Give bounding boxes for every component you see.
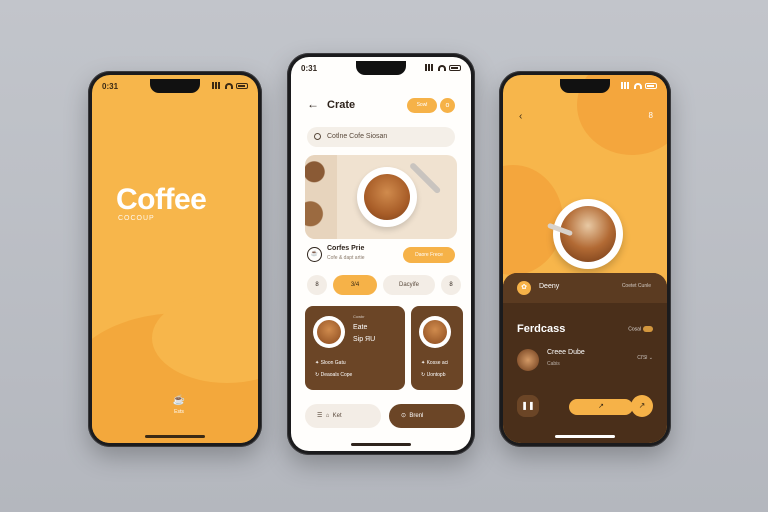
signal-icon (212, 82, 222, 89)
hero-image[interactable] (305, 155, 457, 239)
header-pill-button[interactable]: Sowl (407, 98, 437, 113)
more-icon[interactable]: 8 (649, 111, 653, 120)
coffee-cup-icon: ☕ (172, 395, 186, 406)
detail-screen: ‹ 8 ✿ Deeny Coetet Cunle Ferdcass Cosal … (503, 75, 667, 443)
home-indicator[interactable] (145, 435, 205, 438)
coffee-icon: ☕ (307, 247, 322, 262)
page-title: Crate (327, 99, 356, 111)
product-card[interactable]: ✦ Kosse aci ↻ Uontopb (411, 306, 463, 390)
section-toggle[interactable]: Cosal (628, 326, 653, 332)
section-title: Ferdcass (517, 323, 566, 335)
header-circle-button[interactable]: o (440, 98, 455, 113)
bottom-nav: ☰ ⌂ Ket ⊙ Brenl (305, 404, 465, 428)
header: ← Crate Sowl o (307, 97, 455, 115)
status-time: 0:31 (102, 82, 119, 91)
coffee-cup-image (357, 167, 417, 227)
product-card[interactable]: Cowbr Eate Sip ЯU ✦ Sloon Gatu ↻ Deaoals… (305, 306, 405, 390)
phone-list: 0:31 ← Crate Sowl o Cotlne Cofe Siosan ☕… (287, 53, 475, 455)
search-icon (314, 133, 321, 140)
go-button[interactable]: ↗ (631, 395, 653, 417)
player-controls: ❚❚ ↗ ↗ (517, 395, 653, 417)
battery-icon (449, 64, 461, 71)
signal-icon (425, 64, 435, 71)
filter-chip-active[interactable]: 3/4 (333, 275, 377, 295)
action-button[interactable]: ↗ (569, 399, 633, 415)
notch (356, 61, 406, 75)
list-item-title: Creee Dube (547, 349, 585, 356)
toggle-icon (643, 326, 653, 332)
list-screen: 0:31 ← Crate Sowl o Cotlne Cofe Siosan ☕… (291, 57, 471, 451)
list-item-sub: Cabis (547, 361, 560, 367)
filter-chip[interactable]: Dacyife (383, 275, 435, 295)
wifi-icon (225, 82, 233, 89)
card-detail: ✦ Sloon Gatu (315, 360, 346, 366)
tab-label[interactable]: Deeny (539, 283, 559, 290)
battery-icon (236, 82, 248, 89)
coffee-beans-image (305, 155, 337, 239)
phone-splash: 0:31 Coffee COCOUP ☕ Ests (88, 71, 262, 447)
search-input[interactable]: Cotlne Cofe Siosan (307, 127, 455, 147)
back-arrow-icon[interactable]: ← (307, 97, 319, 111)
notch (560, 79, 610, 93)
status-time: 0:31 (301, 64, 318, 73)
card-price: Sip ЯU (353, 336, 376, 343)
signal-icon (621, 82, 631, 89)
pause-button[interactable]: ❚❚ (517, 395, 539, 417)
filter-chips: 8 3/4 Dacyife 8 (307, 275, 461, 295)
card-tag: Cowbr (353, 314, 365, 319)
phone-detail: ‹ 8 ✿ Deeny Coetet Cunle Ferdcass Cosal … (499, 71, 671, 447)
card-detail: ✦ Kosse aci (421, 360, 449, 366)
home-indicator[interactable] (351, 443, 411, 446)
list-item[interactable]: Creee Dube Cabis Cl'Sl ⌄ (517, 347, 653, 373)
wifi-icon (438, 64, 446, 71)
tab-bar: ✿ Deeny Coetet Cunle (503, 273, 667, 303)
wifi-icon (634, 82, 642, 89)
app-subtitle: COCOUP (118, 215, 155, 222)
coffee-mug-image (419, 316, 451, 348)
filter-chip[interactable]: 8 (307, 275, 327, 295)
splash-screen: 0:31 Coffee COCOUP ☕ Ests (92, 75, 258, 443)
nav-button-left[interactable]: ☰ ⌂ Ket (305, 404, 381, 428)
featured-item[interactable]: ☕ Corfes Prie Cofe & dapt artie Daore Fr… (307, 245, 455, 265)
card-name: Eate (353, 324, 368, 331)
logo-label: Ests (174, 409, 184, 415)
back-chevron-icon[interactable]: ‹ (519, 111, 522, 122)
coffee-cup-image (553, 199, 623, 269)
list-item-meta: Cl'Sl ⌄ (637, 355, 653, 361)
card-detail: ↻ Uontopb (421, 372, 446, 378)
featured-item-name: Corfes Prie (327, 245, 365, 252)
nav-button-right[interactable]: ⊙ Brenl (389, 404, 465, 428)
tab-icon[interactable]: ✿ (517, 281, 531, 295)
battery-icon (645, 82, 657, 89)
app-title: Coffee (116, 183, 207, 216)
filter-chip[interactable]: 8 (441, 275, 461, 295)
search-placeholder: Cotlne Cofe Siosan (327, 133, 388, 140)
tab-right-label[interactable]: Coetet Cunle (622, 283, 651, 289)
coffee-mug-image (313, 316, 345, 348)
notch (150, 79, 200, 93)
card-detail: ↻ Deaoals Cope (315, 372, 353, 378)
featured-item-desc: Cofe & dapt artie (327, 255, 365, 261)
avatar (517, 349, 539, 371)
home-indicator[interactable] (555, 435, 615, 438)
featured-item-button[interactable]: Daore Frece (403, 247, 455, 263)
decorative-blob (503, 165, 563, 275)
